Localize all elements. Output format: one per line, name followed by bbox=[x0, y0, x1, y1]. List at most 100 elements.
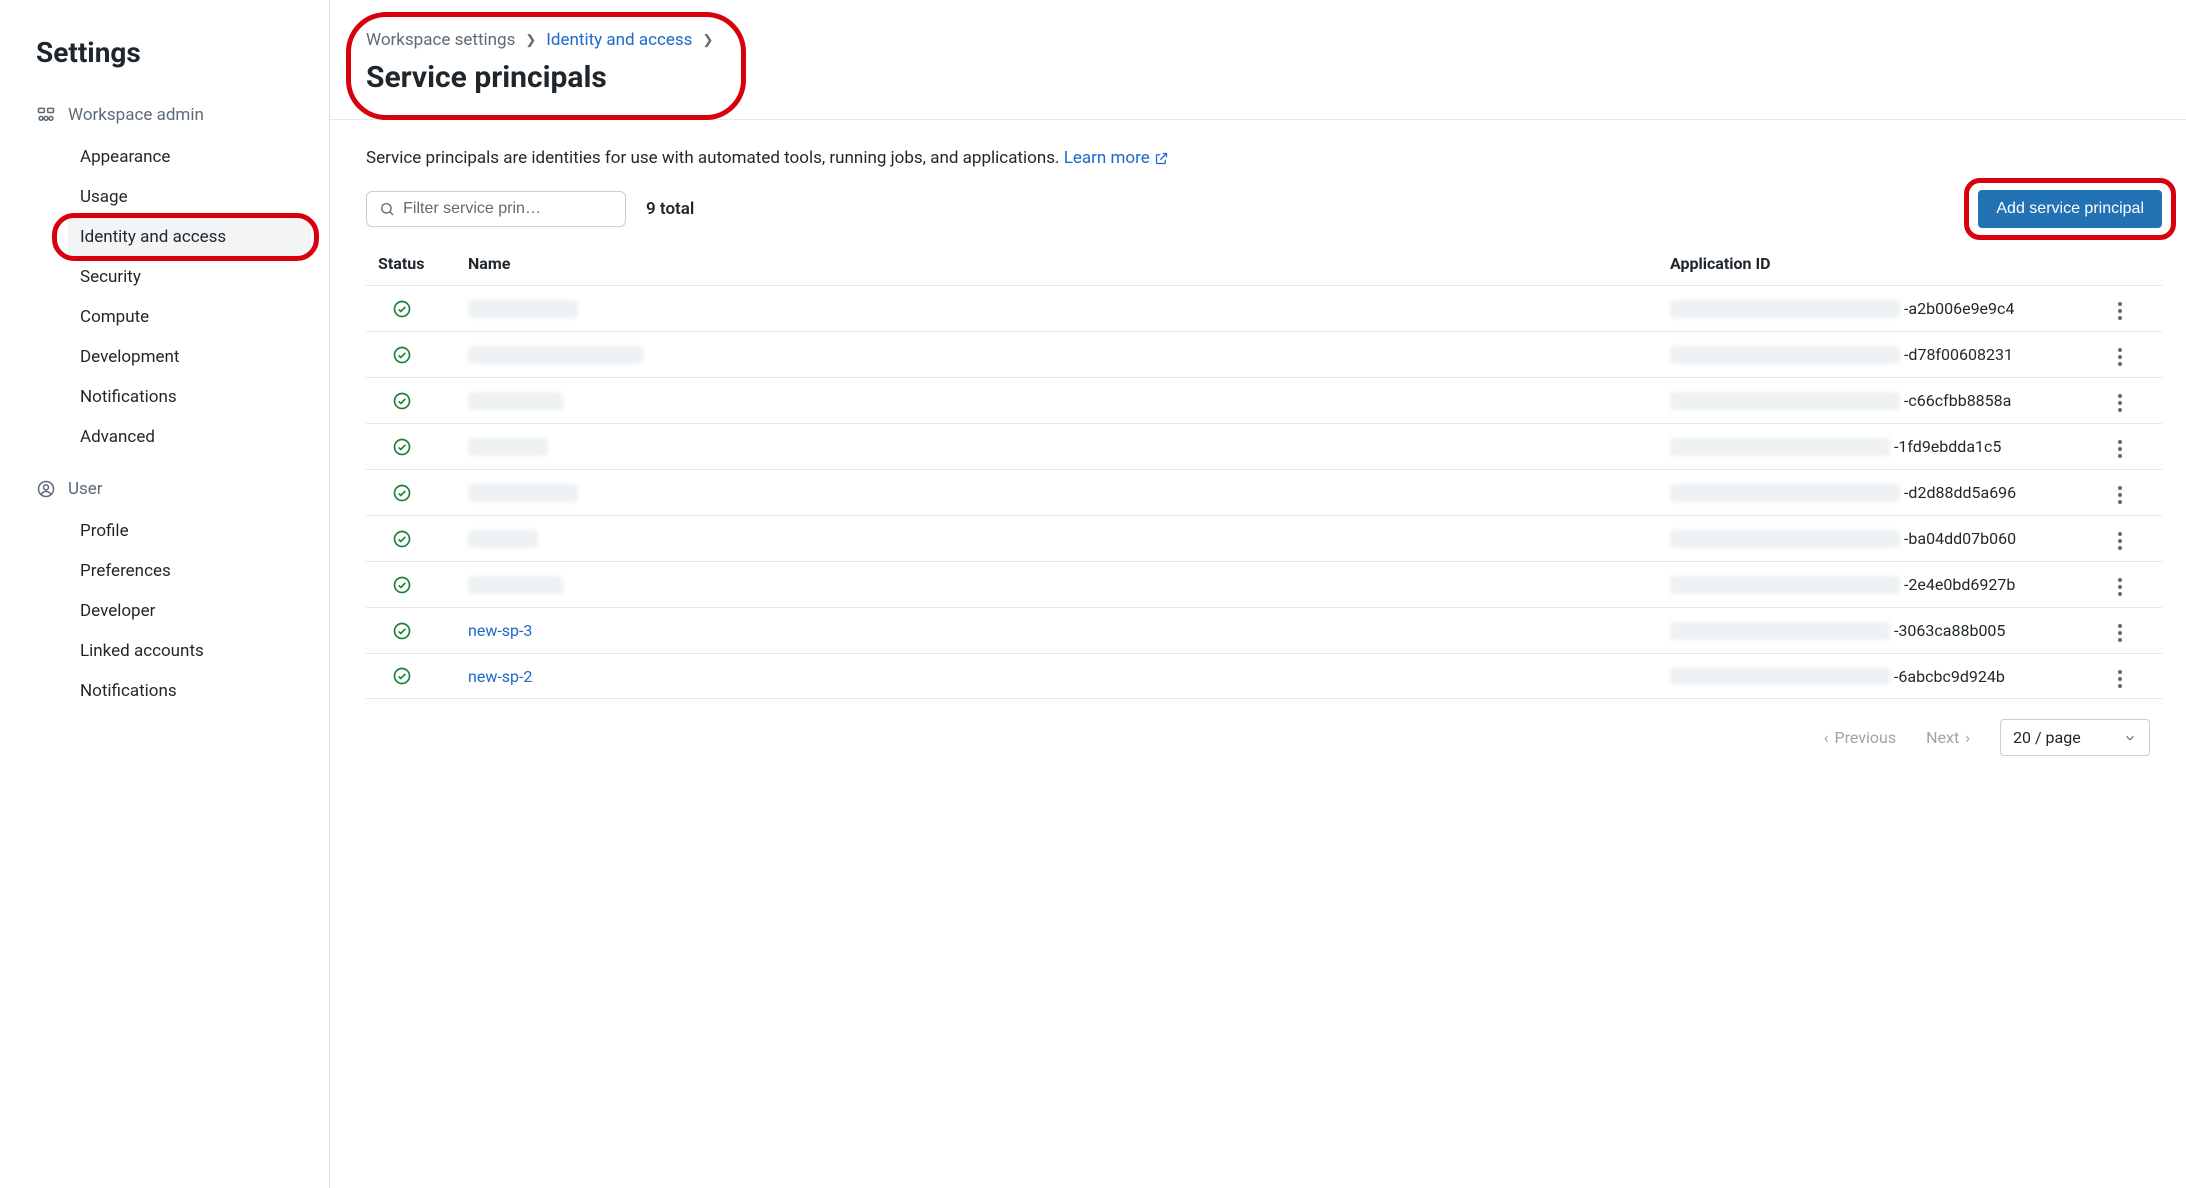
redacted-app-id-prefix bbox=[1670, 484, 1900, 502]
sidebar-item-linked-accounts[interactable]: Linked accounts bbox=[68, 631, 311, 671]
redacted-name bbox=[468, 392, 563, 410]
redacted-name bbox=[468, 300, 578, 318]
previous-label: Previous bbox=[1835, 728, 1897, 747]
application-id-cell: -3063ca88b005 bbox=[1670, 621, 2090, 640]
previous-page-button[interactable]: ‹ Previous bbox=[1824, 728, 1896, 747]
page-title: Service principals bbox=[366, 60, 2186, 95]
sidebar-item-notifications[interactable]: Notifications bbox=[68, 671, 311, 711]
application-id-cell: -c66cfbb8858a bbox=[1670, 391, 2090, 410]
redacted-name bbox=[468, 438, 548, 456]
status-active-icon bbox=[378, 666, 468, 686]
chevron-right-icon: › bbox=[1965, 728, 1970, 747]
redacted-app-id-prefix bbox=[1670, 576, 1900, 594]
page-size-label: 20 / page bbox=[2013, 728, 2081, 747]
application-id-cell: -d2d88dd5a696 bbox=[1670, 483, 2090, 502]
sidebar-item-usage[interactable]: Usage bbox=[68, 177, 311, 217]
redacted-name bbox=[468, 576, 563, 594]
service-principal-link[interactable]: new-sp-3 bbox=[468, 621, 532, 640]
filter-input[interactable] bbox=[403, 200, 613, 218]
row-actions-menu-button[interactable] bbox=[2112, 342, 2128, 372]
breadcrumb-item[interactable]: Identity and access bbox=[546, 30, 692, 50]
sidebar-item-notifications[interactable]: Notifications bbox=[68, 377, 311, 417]
sidebar-item-compute[interactable]: Compute bbox=[68, 297, 311, 337]
sidebar-item-appearance[interactable]: Appearance bbox=[68, 137, 311, 177]
redacted-app-id-prefix bbox=[1670, 392, 1900, 410]
column-header-appid[interactable]: Application ID bbox=[1670, 254, 2090, 273]
row-actions-menu-button[interactable] bbox=[2112, 434, 2128, 464]
column-header-status[interactable]: Status bbox=[378, 254, 468, 273]
row-actions-menu-button[interactable] bbox=[2112, 480, 2128, 510]
user-icon bbox=[36, 479, 56, 499]
next-page-button[interactable]: Next › bbox=[1926, 728, 1970, 747]
row-actions-menu-button[interactable] bbox=[2112, 664, 2128, 694]
sidebar-item-security[interactable]: Security bbox=[68, 257, 311, 297]
row-actions-menu-button[interactable] bbox=[2112, 526, 2128, 556]
name-cell[interactable]: new-sp-2 bbox=[468, 667, 1670, 686]
redacted-app-id-prefix bbox=[1670, 667, 1890, 685]
table-row: -c66cfbb8858a bbox=[366, 377, 2162, 423]
filter-input-wrapper[interactable] bbox=[366, 191, 626, 227]
description-text: Service principals are identities for us… bbox=[366, 148, 1064, 168]
sidebar-title: Settings bbox=[32, 36, 311, 69]
chevron-right-icon: ❯ bbox=[702, 33, 713, 48]
application-id-suffix: -c66cfbb8858a bbox=[1904, 391, 2011, 410]
name-cell bbox=[468, 345, 1670, 365]
row-actions-menu-button[interactable] bbox=[2112, 296, 2128, 326]
search-icon bbox=[379, 200, 395, 218]
status-active-icon bbox=[378, 437, 468, 457]
chevron-left-icon: ‹ bbox=[1824, 728, 1829, 747]
page-size-select[interactable]: 20 / page bbox=[2000, 719, 2150, 756]
name-cell bbox=[468, 299, 1670, 319]
sidebar-item-identity-and-access[interactable]: Identity and access bbox=[68, 217, 311, 257]
learn-more-label: Learn more bbox=[1064, 148, 1150, 168]
service-principal-link[interactable]: new-sp-2 bbox=[468, 667, 532, 686]
table-row: -a2b006e9e9c4 bbox=[366, 285, 2162, 331]
application-id-cell: -a2b006e9e9c4 bbox=[1670, 299, 2090, 318]
row-actions-menu-button[interactable] bbox=[2112, 388, 2128, 418]
chevron-down-icon bbox=[2123, 731, 2137, 745]
table-row: -1fd9ebdda1c5 bbox=[366, 423, 2162, 469]
application-id-cell: -1fd9ebdda1c5 bbox=[1670, 437, 2090, 456]
service-principals-table: Status Name Application ID -a2b006e9e9c4… bbox=[366, 254, 2162, 699]
redacted-app-id-prefix bbox=[1670, 346, 1900, 364]
status-active-icon bbox=[378, 483, 468, 503]
sidebar-item-advanced[interactable]: Advanced bbox=[68, 417, 311, 457]
sidebar-item-developer[interactable]: Developer bbox=[68, 591, 311, 631]
external-link-icon bbox=[1154, 151, 1169, 166]
page-description: Service principals are identities for us… bbox=[366, 148, 2162, 168]
status-active-icon bbox=[378, 299, 468, 319]
application-id-suffix: -d78f00608231 bbox=[1904, 345, 2013, 364]
application-id-cell: -d78f00608231 bbox=[1670, 345, 2090, 364]
add-service-principal-button[interactable]: Add service principal bbox=[1978, 190, 2162, 228]
main-content: Workspace settings ❯ Identity and access… bbox=[330, 0, 2186, 1188]
learn-more-link[interactable]: Learn more bbox=[1064, 148, 1169, 168]
status-active-icon bbox=[378, 391, 468, 411]
sidebar-item-preferences[interactable]: Preferences bbox=[68, 551, 311, 591]
application-id-suffix: -ba04dd07b060 bbox=[1904, 529, 2016, 548]
sidebar-item-profile[interactable]: Profile bbox=[68, 511, 311, 551]
status-active-icon bbox=[378, 575, 468, 595]
sidebar-section-label: Workspace admin bbox=[68, 105, 204, 125]
name-cell bbox=[468, 391, 1670, 411]
application-id-suffix: -3063ca88b005 bbox=[1894, 621, 2005, 640]
sidebar-item-development[interactable]: Development bbox=[68, 337, 311, 377]
application-id-cell: -2e4e0bd6927b bbox=[1670, 575, 2090, 594]
table-row: -2e4e0bd6927b bbox=[366, 561, 2162, 607]
breadcrumb-item[interactable]: Workspace settings bbox=[366, 30, 515, 50]
redacted-name bbox=[468, 484, 578, 502]
row-actions-menu-button[interactable] bbox=[2112, 618, 2128, 648]
application-id-cell: -ba04dd07b060 bbox=[1670, 529, 2090, 548]
highlight-annotation bbox=[52, 213, 319, 261]
breadcrumb: Workspace settings ❯ Identity and access… bbox=[366, 30, 2186, 50]
name-cell[interactable]: new-sp-3 bbox=[468, 621, 1670, 640]
redacted-app-id-prefix bbox=[1670, 438, 1890, 456]
row-actions-menu-button[interactable] bbox=[2112, 572, 2128, 602]
sidebar-section-workspace-admin: Workspace admin bbox=[32, 97, 311, 133]
column-header-name[interactable]: Name bbox=[468, 254, 1670, 273]
table-row: new-sp-2-6abcbc9d924b bbox=[366, 653, 2162, 699]
application-id-suffix: -d2d88dd5a696 bbox=[1904, 483, 2016, 502]
status-active-icon bbox=[378, 529, 468, 549]
sidebar-section-user: User bbox=[32, 471, 311, 507]
application-id-suffix: -2e4e0bd6927b bbox=[1904, 575, 2015, 594]
name-cell bbox=[468, 483, 1670, 503]
